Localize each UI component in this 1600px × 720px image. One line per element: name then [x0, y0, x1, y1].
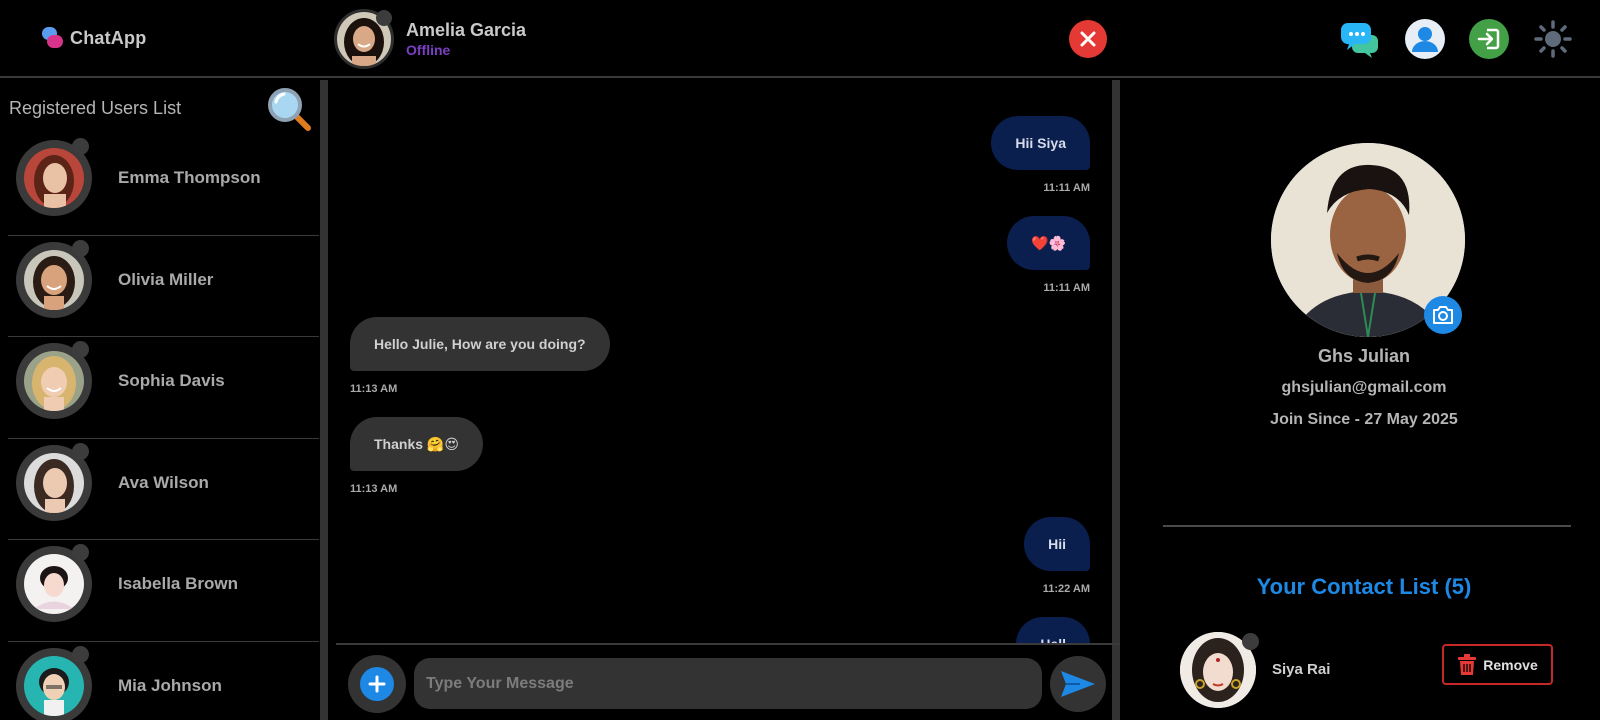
divider [1163, 525, 1571, 527]
send-button[interactable] [1050, 656, 1106, 712]
users-list: Emma Thompson Olivia Miller Sophia Davis… [8, 134, 319, 720]
status-dot [72, 341, 89, 358]
search-button[interactable] [266, 86, 314, 134]
profile-panel: Ghs Julian ghsjulian@gmail.com Join Sinc… [1128, 80, 1600, 720]
user-list-item[interactable]: Isabella Brown [8, 540, 319, 642]
message-received: Hello Julie, How are you doing? 11:13 AM [350, 317, 610, 395]
user-name: Emma Thompson [118, 168, 261, 187]
message-sent: Hii 11:22 AM [1024, 517, 1090, 595]
remove-contact-button[interactable]: Remove [1442, 644, 1553, 685]
message-bubble: Hello Julie, How are you doing? [350, 317, 610, 371]
status-dot [72, 239, 89, 257]
message-bubble: Hii [1024, 517, 1090, 571]
user-list-item[interactable]: Sophia Davis [8, 337, 319, 439]
user-name: Olivia Miller [118, 269, 214, 289]
close-icon [1080, 31, 1096, 47]
peer-name: Amelia Garcia [406, 20, 527, 40]
message-bubble: Hell [1016, 617, 1090, 643]
change-photo-button[interactable] [1424, 296, 1462, 334]
chat-bubbles-button[interactable] [1340, 19, 1380, 59]
contacts-title: Your Contact List (5) [1256, 574, 1472, 599]
attach-button[interactable] [348, 655, 406, 713]
remove-label: Remove [1483, 656, 1538, 673]
brand[interactable]: ChatApp [40, 26, 146, 50]
chat-bubbles-icon [1340, 23, 1378, 58]
theme-sun-icon [1534, 20, 1572, 58]
status-dot [72, 645, 89, 663]
message-time: 11:13 AM [350, 483, 398, 495]
user-name: Sophia Davis [118, 371, 225, 390]
message-bubble: ❤️🌸 [1007, 216, 1090, 270]
status-dot [72, 544, 89, 561]
user-profile-icon [1406, 20, 1444, 58]
contact-name: Siya Rai [1272, 661, 1331, 678]
message-received: Thanks 🤗😍 11:13 AM [350, 417, 483, 495]
logout-button[interactable] [1469, 19, 1509, 59]
message-time: 11:11 AM [1043, 182, 1090, 194]
profile-join-date: Join Since - 27 May 2025 [1270, 411, 1458, 428]
message-time: 11:22 AM [1042, 583, 1090, 595]
message-list[interactable]: Hii Siya 11:11 AM ❤️🌸 11:11 AM Hello Jul… [336, 80, 1120, 645]
chat-logo-icon [40, 26, 64, 50]
status-dot [1242, 633, 1259, 650]
profile-name: Ghs Julian [1317, 346, 1411, 366]
camera-icon [1433, 306, 1453, 324]
top-header: ChatApp Amelia Garcia Offline [0, 0, 1600, 78]
status-dot [376, 10, 392, 26]
message-sent: Hell [1016, 617, 1090, 643]
message-bubble: Thanks 🤗😍 [350, 417, 483, 471]
user-list-item[interactable]: Ava Wilson [8, 439, 319, 540]
plus-icon [368, 675, 386, 693]
message-sent: ❤️🌸 11:11 AM [1007, 216, 1090, 294]
user-name: Isabella Brown [118, 574, 238, 593]
user-list-item[interactable]: Olivia Miller [8, 236, 319, 337]
logout-icon [1477, 28, 1500, 50]
message-sent: Hii Siya 11:11 AM [991, 116, 1090, 194]
active-chat-peer[interactable]: Amelia Garcia Offline [334, 9, 526, 69]
message-time: 11:13 AM [350, 383, 398, 395]
peer-status: Offline [406, 42, 451, 58]
user-list-item[interactable]: Mia Johnson [8, 642, 319, 720]
message-time: 11:11 AM [1043, 282, 1090, 294]
status-dot [72, 442, 89, 460]
contact-list-item[interactable]: Siya Rai Remove [1180, 632, 1553, 708]
users-sidebar: Registered Users List Emma Thompson Oliv… [0, 80, 328, 720]
send-icon [1061, 671, 1095, 697]
user-name: Ava Wilson [118, 472, 209, 492]
message-bubble: Hii Siya [991, 116, 1090, 170]
brand-name: ChatApp [70, 27, 147, 48]
message-input[interactable] [414, 658, 1042, 709]
user-profile-button[interactable] [1405, 19, 1445, 59]
chat-panel: Hii Siya 11:11 AM ❤️🌸 11:11 AM Hello Jul… [336, 80, 1120, 720]
trash-icon [1458, 653, 1477, 675]
search-icon [268, 88, 311, 131]
theme-toggle-button[interactable] [1533, 19, 1573, 59]
close-chat-button[interactable] [1069, 20, 1107, 58]
status-dot [72, 138, 89, 155]
user-list-item[interactable]: Emma Thompson [8, 134, 319, 236]
message-composer [336, 647, 1120, 720]
sidebar-title: Registered Users List [9, 98, 182, 118]
profile-email: ghsjulian@gmail.com [1281, 379, 1447, 396]
user-name: Mia Johnson [118, 675, 222, 695]
